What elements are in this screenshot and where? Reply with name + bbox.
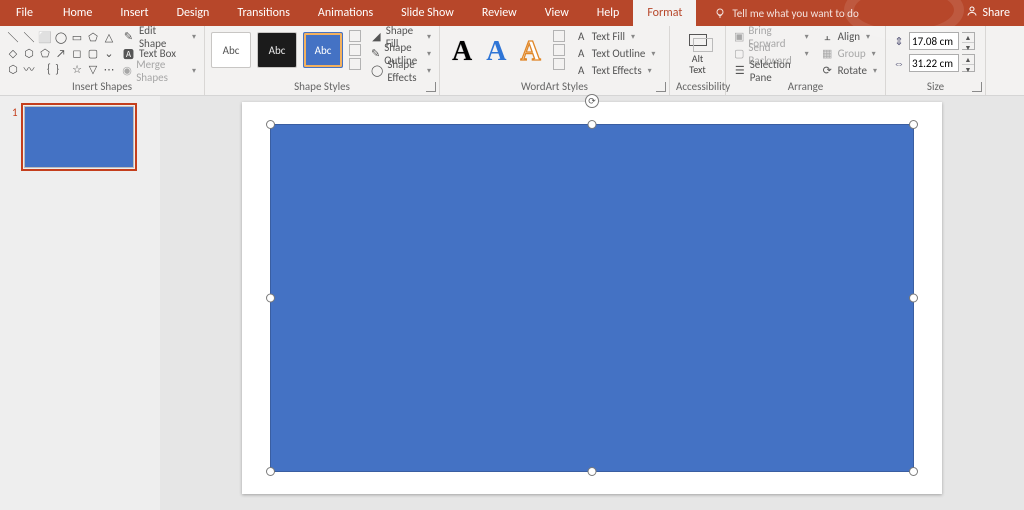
handle-se[interactable] (909, 467, 918, 476)
group-label-wordart-styles: WordArt Styles (446, 80, 663, 95)
style-tile-light[interactable]: Abc (211, 32, 251, 68)
size-launcher[interactable] (972, 82, 982, 92)
tab-slideshow[interactable]: Slide Show (387, 0, 468, 26)
merge-shapes-button[interactable]: ◉ Merge Shapes (120, 62, 198, 79)
group-shapes-icon: ▦ (821, 47, 834, 60)
slide-thumbnail-1[interactable] (24, 106, 134, 168)
handle-sw[interactable] (266, 467, 275, 476)
tell-me-placeholder: Tell me what you want to do (732, 7, 858, 20)
wordart-style-1[interactable]: A (452, 36, 472, 68)
edit-shape-button[interactable]: ✎ Edit Shape (120, 28, 198, 45)
wordart-style-2[interactable]: A (486, 36, 506, 68)
share-label: Share (982, 6, 1010, 20)
edit-shape-icon: ✎ (122, 30, 135, 43)
wordart-styles-launcher[interactable] (656, 82, 666, 92)
shape-style-gallery[interactable]: Abc Abc Abc (211, 28, 343, 68)
rotate-label: Rotate (838, 64, 867, 77)
style-gallery-more[interactable] (349, 30, 361, 70)
handle-s[interactable] (588, 467, 597, 476)
text-outline-label: Text Outline (592, 47, 646, 60)
alt-text-icon (687, 29, 709, 51)
handle-ne[interactable] (909, 120, 918, 129)
width-icon: ⇔ (892, 56, 906, 70)
width-spinner[interactable]: ▲▼ (962, 54, 975, 72)
handle-nw[interactable] (266, 120, 275, 129)
merge-shapes-icon: ◉ (122, 64, 132, 77)
height-icon: ⇕ (892, 34, 906, 48)
text-outline-icon: A (575, 47, 588, 60)
tab-animations[interactable]: Animations (304, 0, 387, 26)
align-label: Align (838, 30, 860, 43)
selected-rectangle-shape[interactable] (270, 124, 914, 472)
handle-e[interactable] (909, 294, 918, 303)
shape-fill-icon: ◢ (371, 30, 382, 43)
rotation-handle[interactable]: ⟳ (585, 94, 599, 108)
tab-design[interactable]: Design (163, 0, 224, 26)
share-button[interactable]: Share (952, 0, 1024, 26)
text-outline-button[interactable]: A Text Outline (573, 45, 658, 62)
thumbnail-index: 1 (12, 106, 18, 168)
selection-pane-button[interactable]: ☰ Selection Pane (732, 62, 811, 79)
slide-thumbnail-panel: 1 (0, 96, 160, 510)
text-effects-button[interactable]: A Text Effects (573, 62, 658, 79)
tab-transitions[interactable]: Transitions (223, 0, 304, 26)
group-label-accessibility: Accessibility (676, 80, 719, 95)
rotate-button[interactable]: ⟳ Rotate (819, 62, 879, 79)
shape-width-input[interactable] (909, 54, 959, 72)
tab-home[interactable]: Home (49, 0, 106, 26)
group-label-arrange: Arrange (732, 80, 879, 95)
edit-shape-label: Edit Shape (139, 24, 186, 50)
group-shapes-label: Group (838, 47, 866, 60)
text-fill-label: Text Fill (592, 30, 625, 43)
text-effects-label: Text Effects (592, 64, 642, 77)
group-shapes-button[interactable]: ▦ Group (819, 45, 879, 62)
wordart-gallery-more[interactable] (553, 30, 565, 70)
send-backward-icon: ▢ (734, 47, 744, 60)
shape-outline-icon: ✎ (371, 47, 380, 60)
text-fill-button[interactable]: A Text Fill (573, 28, 658, 45)
slide-canvas-area[interactable]: ⟳ (160, 96, 1024, 510)
group-label-insert-shapes: Insert Shapes (6, 80, 198, 95)
alt-text-button[interactable]: Alt Text (680, 28, 716, 76)
tab-view[interactable]: View (531, 0, 583, 26)
text-box-icon: 🅰 (122, 47, 135, 60)
align-button[interactable]: ⫠ Align (819, 28, 879, 45)
selection-pane-icon: ☰ (734, 64, 746, 77)
shape-styles-launcher[interactable] (426, 82, 436, 92)
rotate-icon: ⟳ (821, 64, 834, 77)
group-label-size: Size (892, 80, 979, 95)
align-icon: ⫠ (821, 30, 834, 43)
tab-review[interactable]: Review (468, 0, 531, 26)
handle-w[interactable] (266, 294, 275, 303)
style-tile-dark[interactable]: Abc (257, 32, 297, 68)
shape-effects-button[interactable]: ◯ Shape Effects (369, 62, 433, 79)
shapes-gallery[interactable]: ＼＼⬜◯▭⬠△ ◇⬡⬠↗◻▢⌄ ⬡〰｛｝☆▽⋯ (6, 28, 116, 76)
slide[interactable]: ⟳ (242, 102, 942, 494)
tell-me-search[interactable]: Tell me what you want to do (714, 0, 858, 26)
text-effects-icon: A (575, 64, 588, 77)
tab-insert[interactable]: Insert (106, 0, 162, 26)
text-fill-icon: A (575, 30, 588, 43)
handle-n[interactable] (588, 120, 597, 129)
tab-help[interactable]: Help (583, 0, 634, 26)
alt-text-label: Alt Text (689, 53, 706, 75)
shape-effects-icon: ◯ (371, 64, 383, 77)
wordart-style-3[interactable]: A (520, 36, 540, 68)
style-tile-blue[interactable]: Abc (303, 32, 343, 68)
wordart-gallery[interactable]: A A A (446, 28, 547, 68)
share-icon (966, 5, 978, 21)
bring-forward-icon: ▣ (734, 30, 744, 43)
tab-file[interactable]: File (0, 0, 49, 26)
height-spinner[interactable]: ▲▼ (962, 32, 975, 50)
shape-height-input[interactable] (909, 32, 959, 50)
tab-format[interactable]: Format (633, 0, 696, 26)
lightbulb-icon (714, 7, 726, 19)
group-label-shape-styles: Shape Styles (211, 80, 433, 95)
